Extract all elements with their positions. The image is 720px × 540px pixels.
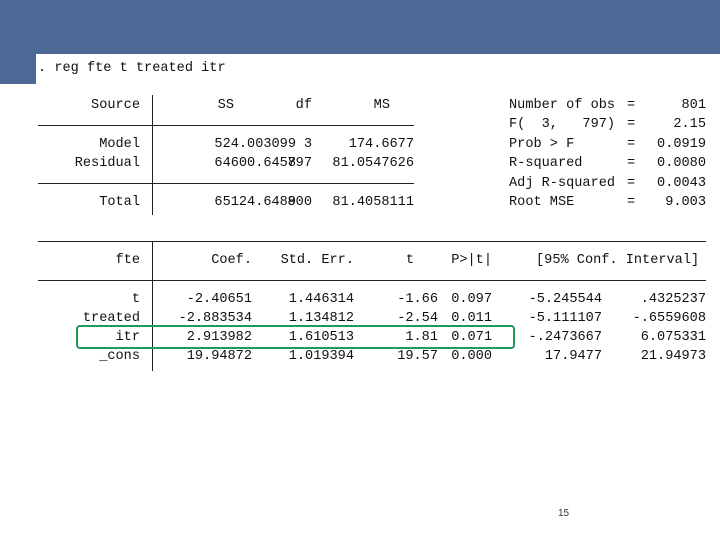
coef-row-t-coef: -2.40651 <box>186 292 252 307</box>
anova-header-source: Source <box>91 98 140 113</box>
anova-header-df: df <box>295 98 312 113</box>
coef-row-itr-cilow: -.2473667 <box>528 330 602 345</box>
stat-eq-nobs: = <box>627 98 636 113</box>
stat-eq-probf: = <box>627 137 636 152</box>
coef-row-cons-se: 1.019394 <box>288 349 354 364</box>
page-number: 15 <box>558 508 570 519</box>
coef-row-treated-cilow: -5.111107 <box>528 311 602 326</box>
anova-row-model-source: Model <box>99 137 140 152</box>
stat-label-rootmse: Root MSE <box>509 195 575 210</box>
coef-header-coef: Coef. <box>211 253 252 268</box>
anova-header-ms: MS <box>373 98 390 113</box>
anova-row-total-ms: 81.4058111 <box>332 195 414 210</box>
stat-value-nobs: 801 <box>681 98 706 113</box>
coef-row-cons-cilow: 17.9477 <box>544 349 602 364</box>
coef-row-treated-cihigh: -.6559608 <box>632 311 706 326</box>
anova-row-total-source: Total <box>99 195 140 210</box>
stat-eq-adjrsq: = <box>627 176 636 191</box>
anova-header-ss: SS <box>217 98 234 113</box>
coef-row-cons-cihigh: 21.94973 <box>640 349 706 364</box>
slide-header-bar <box>0 0 720 54</box>
stat-value-probf: 0.0919 <box>657 137 706 152</box>
slide-header-side-block <box>0 54 36 84</box>
stat-value-rootmse: 9.003 <box>665 195 706 210</box>
stata-command: . reg fte t treated itr <box>38 61 226 76</box>
coef-header-rule <box>38 280 706 281</box>
coef-column-divider <box>152 241 153 371</box>
coef-row-t-cihigh: .4325237 <box>640 292 706 307</box>
stat-value-adjrsq: 0.0043 <box>657 176 706 191</box>
coef-row-cons-coef: 19.94872 <box>186 349 252 364</box>
coef-row-t-var: t <box>131 292 140 307</box>
anova-column-divider <box>152 95 153 215</box>
anova-row-model-df: 3 <box>303 137 312 152</box>
coef-header-ci: [95% Conf. Interval] <box>536 253 700 268</box>
stat-label-f: F( 3, 797) <box>509 117 616 132</box>
stat-value-rsq: 0.0080 <box>657 156 706 171</box>
coef-header-var: fte <box>115 253 140 268</box>
coef-row-t-p: 0.097 <box>451 292 492 307</box>
stat-eq-rsq: = <box>627 156 636 171</box>
anova-row-residual-ms: 81.0547626 <box>332 156 414 171</box>
stat-label-nobs: Number of obs <box>509 98 616 113</box>
coef-row-itr-cihigh: 6.075331 <box>640 330 706 345</box>
stat-label-rsq: R-squared <box>509 156 583 171</box>
coef-row-cons-var: _cons <box>99 349 140 364</box>
anova-header-rule <box>38 125 414 126</box>
anova-row-model-ms: 174.6677 <box>348 137 414 152</box>
stat-label-probf: Prob > F <box>509 137 575 152</box>
itr-row-highlight <box>76 325 515 349</box>
stat-value-f: 2.15 <box>673 117 706 132</box>
anova-row-total-df: 800 <box>287 195 312 210</box>
coef-row-t-cilow: -5.245544 <box>528 292 602 307</box>
coef-header-t: t <box>405 253 414 268</box>
stat-eq-f: = <box>627 117 636 132</box>
coef-top-rule <box>38 241 706 242</box>
stat-label-adjrsq: Adj R-squared <box>509 176 616 191</box>
coef-header-p: P>|t| <box>451 253 492 268</box>
anova-row-residual-df: 797 <box>287 156 312 171</box>
coef-header-se: Std. Err. <box>280 253 354 268</box>
anova-row-residual-source: Residual <box>74 156 140 171</box>
coef-row-cons-p: 0.000 <box>451 349 492 364</box>
stat-eq-rootmse: = <box>627 195 636 210</box>
coef-row-t-se: 1.446314 <box>288 292 354 307</box>
anova-total-rule <box>38 183 414 184</box>
